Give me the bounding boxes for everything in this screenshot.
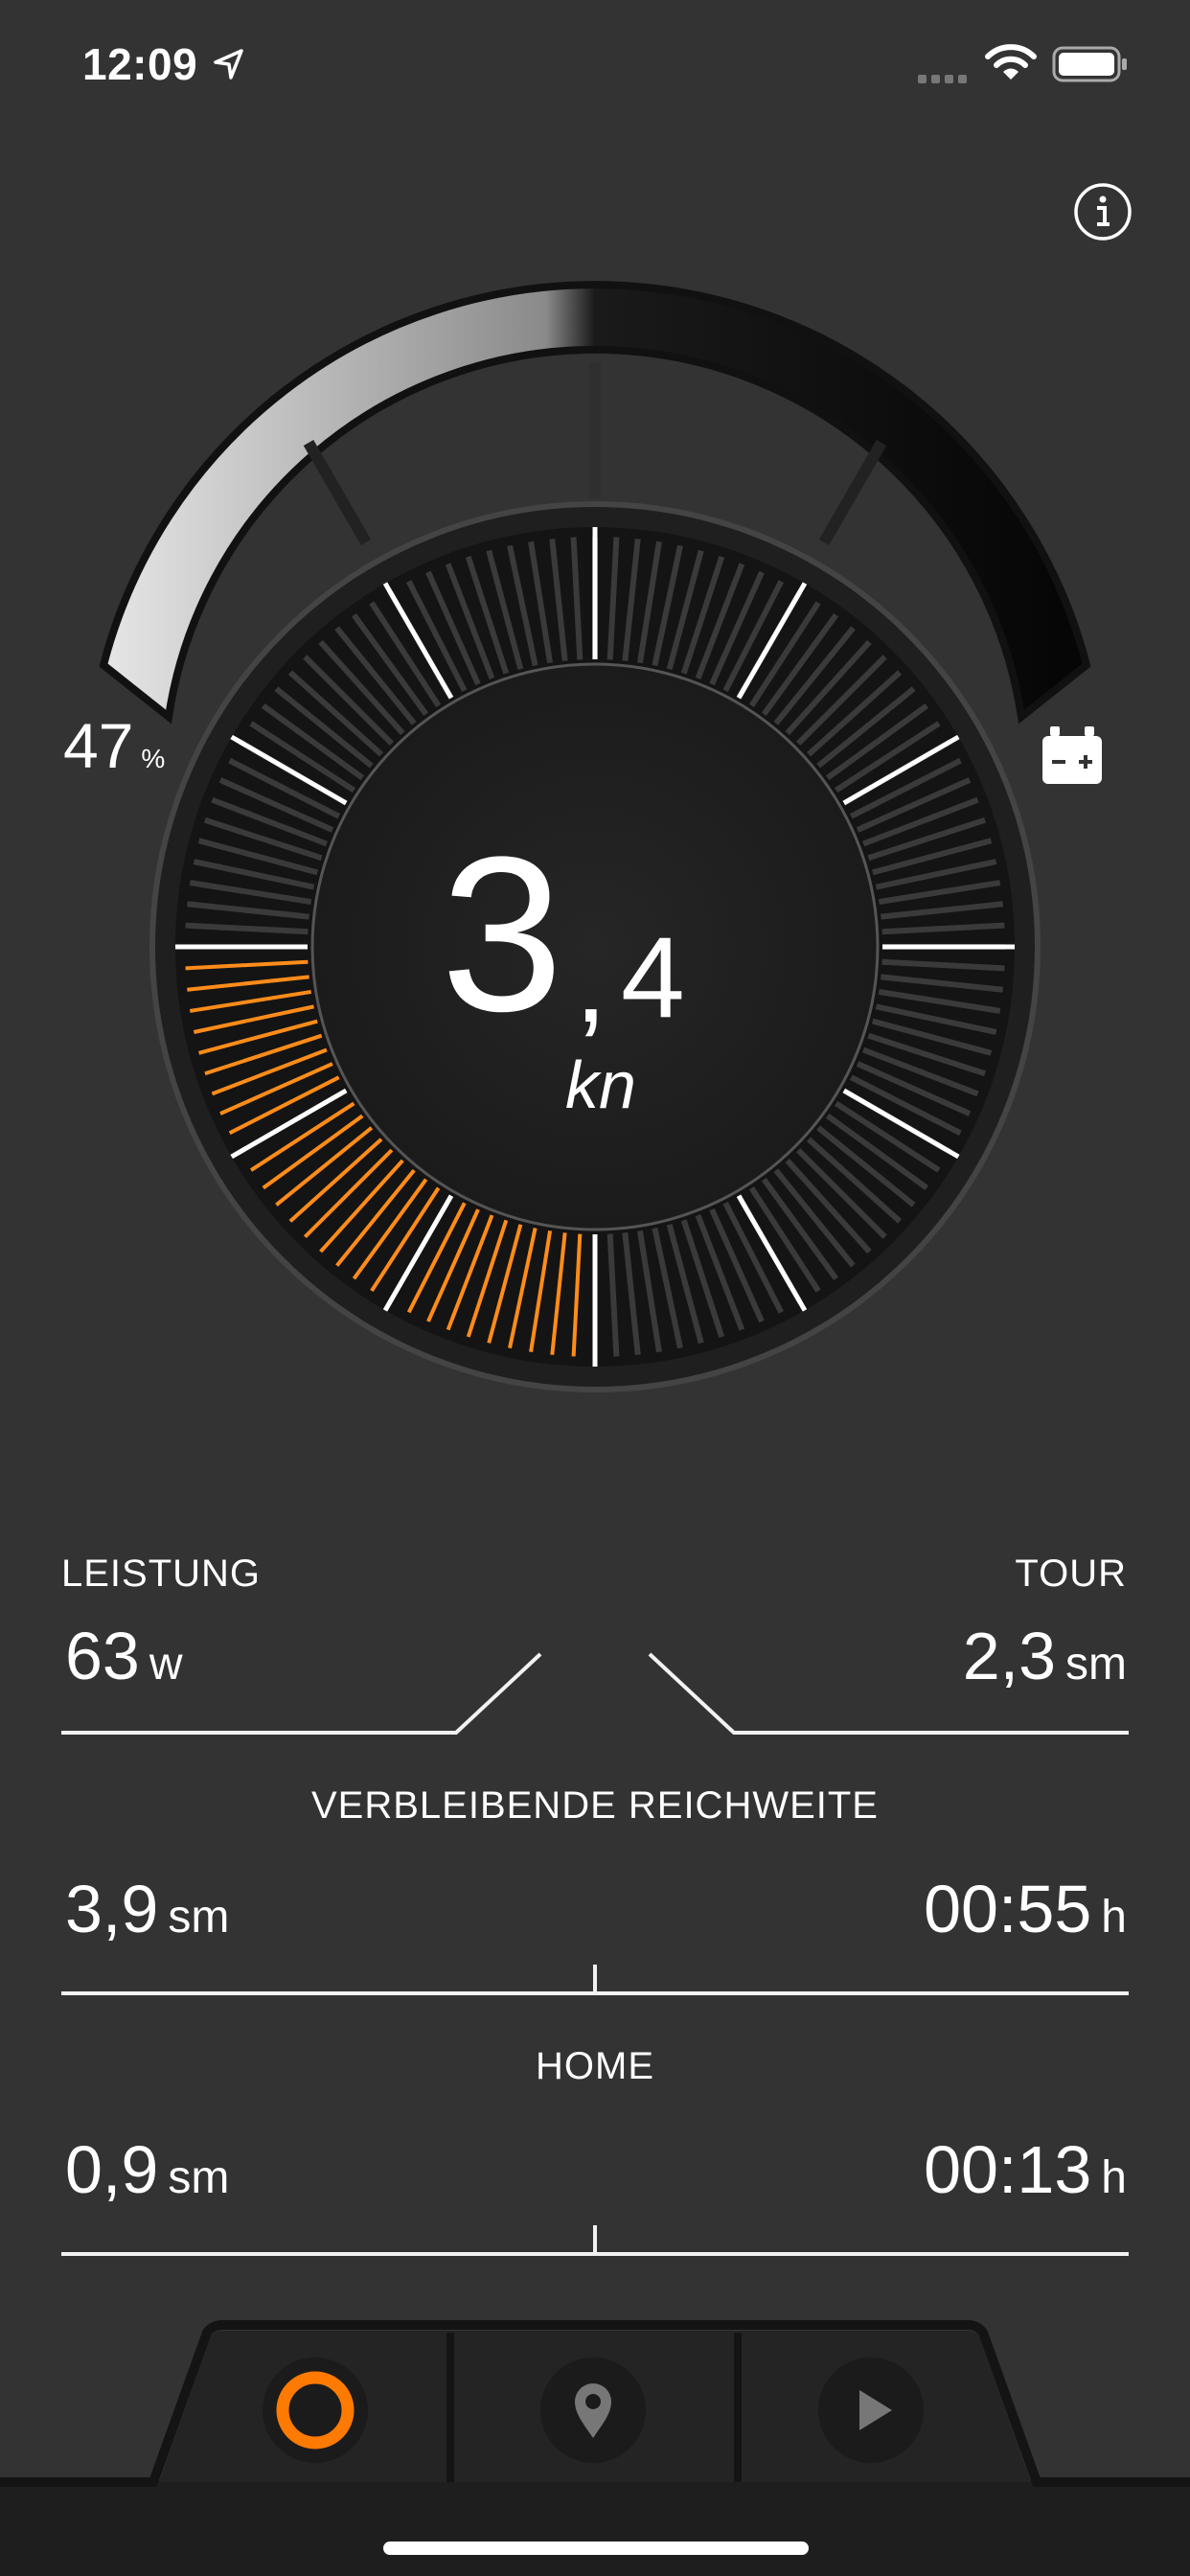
tab-map-button[interactable] [538,2356,648,2465]
cellular-signal-icon [918,71,972,88]
home-distance-unit: sm [168,2152,230,2203]
speed-readout: 3 , 4 kn [0,824,1190,1131]
speed-unit: kn [565,1047,636,1122]
status-time: 12:09 [82,39,198,89]
tab-dashboard-button[interactable] [261,2356,370,2465]
home-time-group: 00:13 h [924,2131,1127,2208]
home-distance-group: 0,9 sm [65,2131,229,2208]
status-battery-icon [1052,46,1127,82]
range-label: VERBLEIBENDE REICHWEITE [310,1784,879,1827]
range-time: 00:55 [924,1872,1092,1946]
battery-charge-icon [1042,726,1102,784]
power-label: LEISTUNG [61,1552,262,1595]
range-distance-group: 3,9 sm [65,1871,229,1947]
power-tour-divider [61,1652,1129,1735]
range-distance-unit: sm [168,1892,230,1943]
speed-integer: 3 [441,811,563,1057]
range-time-unit: h [1101,1892,1127,1943]
range-center-tick [593,1965,597,1993]
location-arrow-icon [214,49,243,80]
home-indicator[interactable] [383,2542,809,2555]
home-time: 00:13 [924,2132,1092,2207]
home-time-unit: h [1101,2152,1127,2203]
speed-decimal-separator: , [575,918,607,1046]
wifi-icon [985,44,1037,80]
range-distance: 3,9 [65,1872,159,1946]
tour-label: TOUR [1015,1552,1127,1595]
tab-play-button[interactable] [816,2356,926,2465]
home-center-tick [593,2225,597,2254]
battery-value: 47 [63,710,134,781]
speed-gauge [99,281,1091,1392]
home-label: HOME [536,2045,654,2087]
info-button[interactable] [1073,182,1133,242]
battery-percent: 47% [63,709,165,782]
range-time-group: 00:55 h [924,1871,1127,1947]
home-distance: 0,9 [65,2132,159,2207]
battery-unit: % [141,744,166,773]
speed-decimal: 4 [621,913,685,1042]
